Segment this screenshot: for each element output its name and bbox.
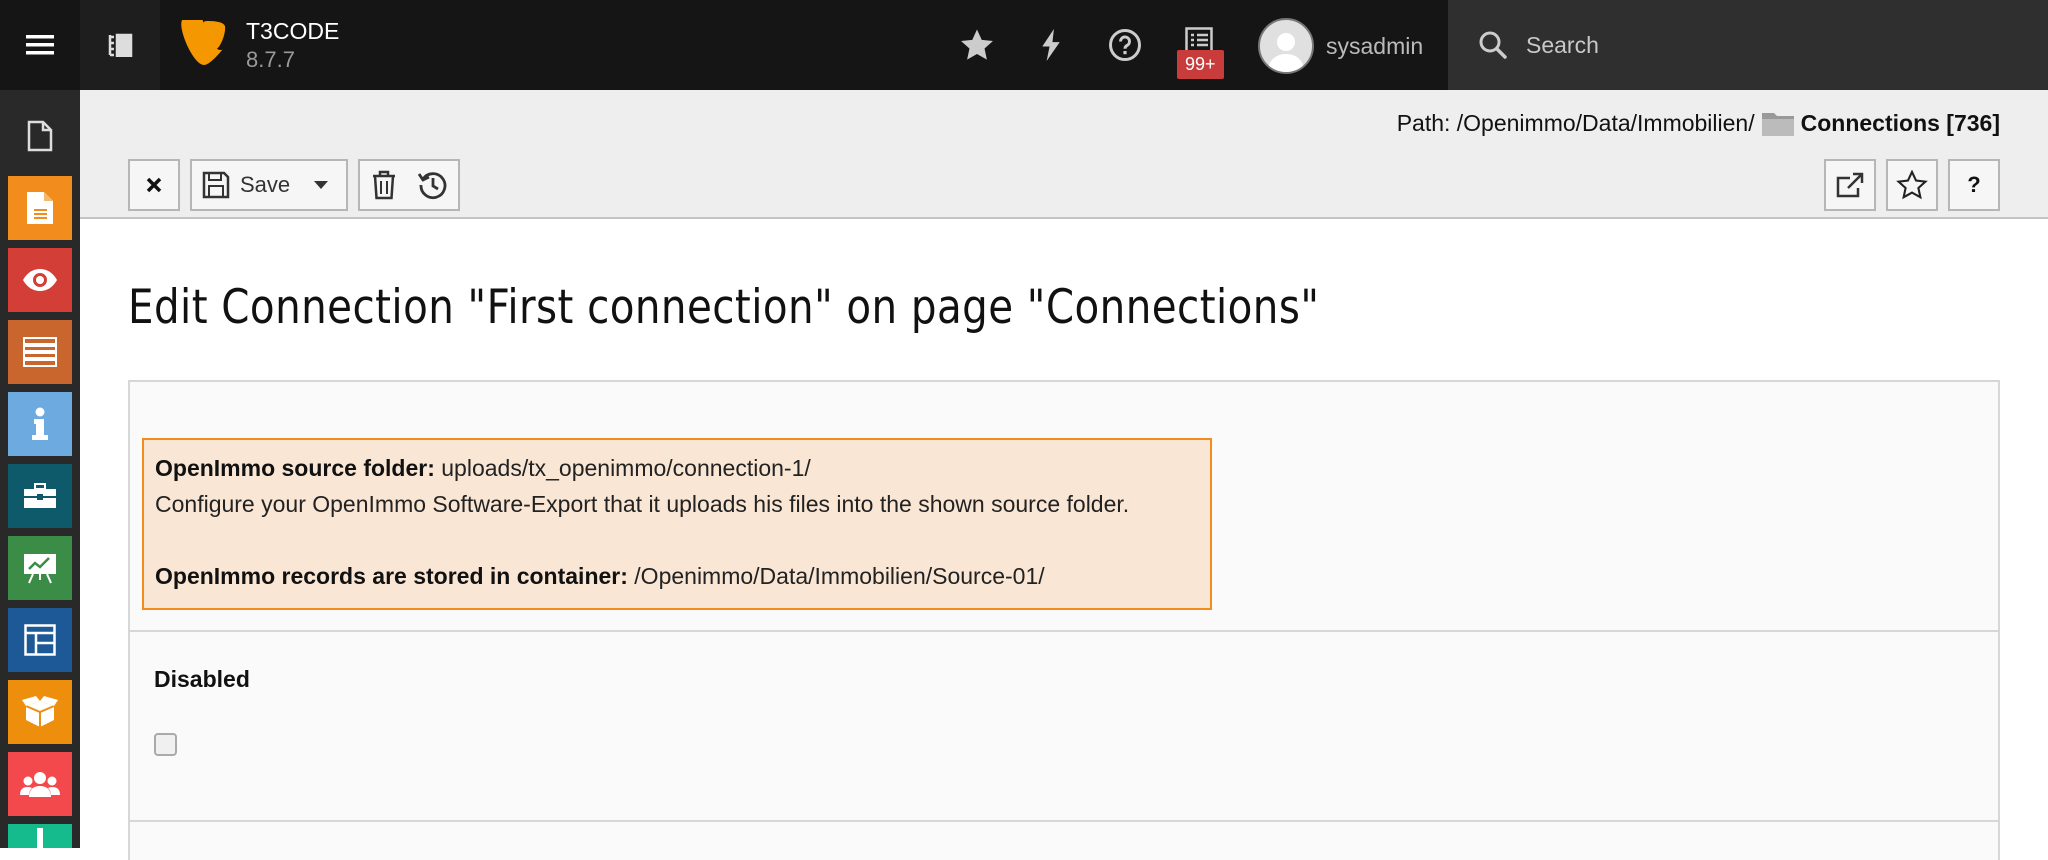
form-heading-area: Edit Connection "First connection" on pa… (128, 280, 2000, 335)
list-tree-icon (108, 33, 133, 57)
file-icon (27, 120, 53, 152)
list-icon (23, 337, 57, 367)
disabled-checkbox[interactable] (154, 733, 177, 756)
notification-badge: 99+ (1177, 50, 1224, 79)
trash-icon (373, 170, 395, 200)
save-button[interactable]: Save (190, 159, 298, 211)
download-icon (37, 828, 43, 848)
search-icon (1479, 31, 1507, 59)
users-icon (20, 772, 60, 797)
source-folder-line: OpenImmo source folder: uploads/tx_openi… (155, 450, 1199, 486)
star-icon (961, 29, 993, 60)
chart-board-icon (24, 554, 56, 584)
lightning-icon (1042, 29, 1060, 61)
user-silhouette-icon (1268, 33, 1304, 72)
layout-icon (24, 624, 56, 656)
briefcase-icon (24, 483, 56, 508)
help-menu-button[interactable] (1088, 0, 1162, 90)
box-icon (22, 696, 58, 727)
open-in-new-window-button[interactable] (1824, 159, 1876, 211)
hamburger-icon (26, 35, 54, 55)
container-value: /Openimmo/Data/Immobilien/Source-01/ (627, 563, 1045, 589)
save-options-dropdown[interactable] (296, 159, 348, 211)
folder-icon (1761, 112, 1794, 136)
delete-button[interactable] (358, 159, 410, 211)
page-title: Edit Connection "First connection" on pa… (128, 280, 1320, 335)
path-prefix: Path: /Openimmo/Data/Immobilien/ (1396, 110, 1755, 136)
module-menu-toggle-button[interactable] (80, 0, 160, 90)
site-name: T3CODE (246, 18, 340, 44)
document-header: Path: /Openimmo/Data/Immobilien/ Connect… (80, 90, 2048, 219)
typo3-logo-icon (181, 11, 226, 65)
history-button[interactable] (408, 159, 460, 211)
sidebar-item-file[interactable] (8, 104, 72, 168)
configure-text: Configure your OpenImmo Software-Export … (155, 491, 1130, 517)
source-folder-value: uploads/tx_openimmo/connection-1/ (434, 455, 811, 481)
star-outline-icon (1896, 170, 1928, 200)
sidebar-item-page[interactable] (8, 176, 72, 240)
sidebar-item-info[interactable] (8, 392, 72, 456)
clear-cache-button[interactable] (1014, 0, 1088, 90)
close-icon (146, 177, 162, 193)
sidebar-item-extensions[interactable] (8, 680, 72, 744)
sidebar-item-users[interactable] (8, 752, 72, 816)
next-section (128, 820, 2000, 860)
search-bar (1448, 0, 2048, 90)
save-icon (202, 171, 230, 199)
save-label: Save (240, 172, 291, 197)
eye-icon (23, 269, 57, 291)
external-link-icon (1836, 172, 1864, 198)
container-line: OpenImmo records are stored in container… (155, 558, 1199, 594)
sidebar-item-list[interactable] (8, 320, 72, 384)
source-folder-label: OpenImmo source folder: (155, 455, 435, 481)
question-circle-icon (1109, 29, 1141, 61)
menu-toggle-button[interactable] (0, 0, 80, 90)
disabled-section: Disabled (128, 630, 2000, 822)
typo3-logo[interactable] (180, 11, 228, 75)
bookmarks-button[interactable] (940, 0, 1014, 90)
info-section: OpenImmo source folder: uploads/tx_openi… (128, 380, 2000, 632)
path-title: Connections [736] (1800, 110, 2000, 136)
main-content: Path: /Openimmo/Data/Immobilien/ Connect… (80, 90, 2048, 860)
avatar (1258, 18, 1314, 74)
info-callout: OpenImmo source folder: uploads/tx_openi… (142, 438, 1212, 610)
module-sidebar (0, 90, 80, 848)
page-icon (27, 192, 53, 224)
history-icon (418, 172, 447, 200)
sidebar-item-import[interactable] (8, 824, 72, 848)
site-version: 8.7.7 (246, 47, 295, 72)
username: sysadmin (1326, 32, 1424, 59)
container-label: OpenImmo records are stored in container… (155, 563, 628, 589)
sidebar-item-openimmo[interactable] (8, 464, 72, 528)
help-button[interactable]: ? (1948, 159, 2000, 211)
sidebar-item-view[interactable] (8, 248, 72, 312)
sidebar-item-reports[interactable] (8, 536, 72, 600)
topbar: T3CODE 8.7.7 99+ sysadmin (0, 0, 2048, 90)
search-input[interactable] (1526, 31, 2026, 59)
user-menu[interactable]: sysadmin (1258, 18, 1423, 74)
bookmark-button[interactable] (1886, 159, 1938, 211)
caret-down-icon (314, 181, 328, 189)
breadcrumb: Path: /Openimmo/Data/Immobilien/ Connect… (1397, 110, 2000, 137)
disabled-label: Disabled (154, 666, 250, 692)
info-icon (32, 407, 48, 440)
sidebar-item-template[interactable] (8, 608, 72, 672)
close-button[interactable] (128, 159, 180, 211)
